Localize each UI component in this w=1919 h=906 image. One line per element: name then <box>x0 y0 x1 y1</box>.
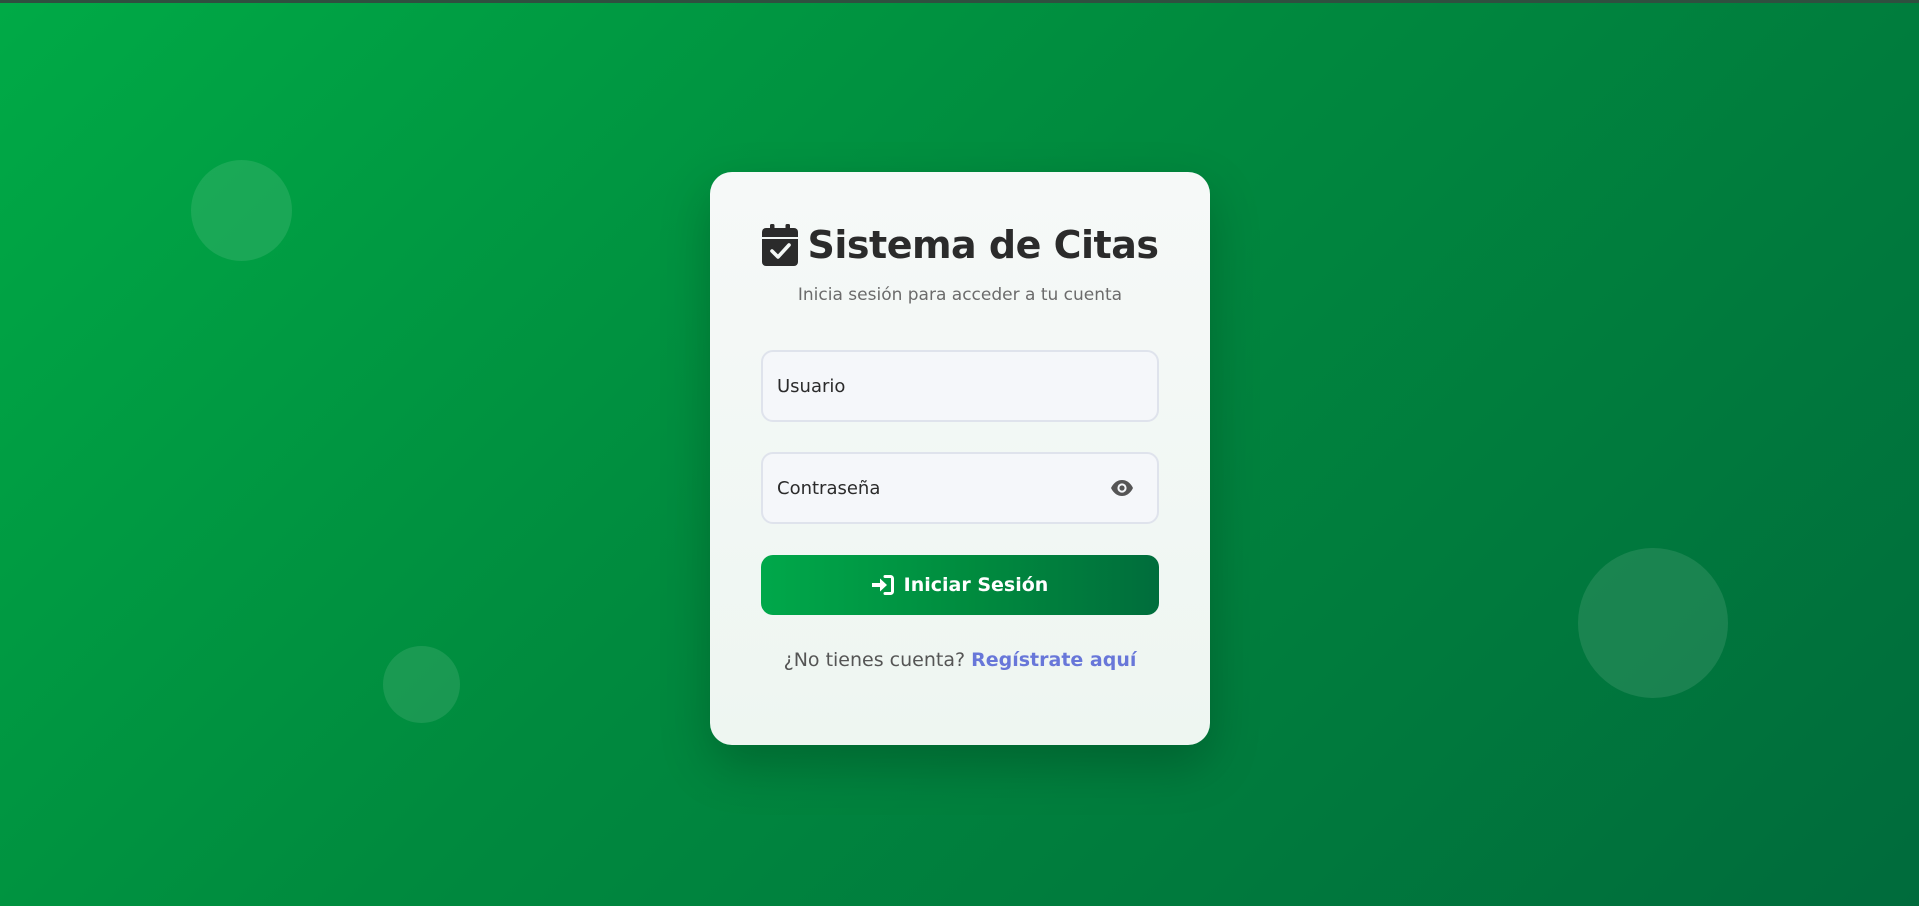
sign-in-icon <box>871 575 894 595</box>
page-subtitle: Inicia sesión para acceder a tu cuenta <box>797 285 1123 305</box>
register-prompt: ¿No tienes cuenta? <box>783 649 966 671</box>
login-card: Sistema de Citas Inicia sesión para acce… <box>710 172 1210 745</box>
eye-icon <box>1111 480 1133 496</box>
decorative-circle <box>191 160 292 261</box>
page-title: Sistema de Citas <box>807 223 1159 267</box>
username-input[interactable] <box>763 352 1157 420</box>
login-button[interactable]: Iniciar Sesión <box>761 555 1159 615</box>
password-field <box>761 452 1159 524</box>
username-field <box>761 350 1159 422</box>
decorative-circle <box>383 646 460 723</box>
register-link[interactable]: Regístrate aquí <box>971 649 1136 671</box>
window-top-strip <box>0 0 1919 3</box>
show-password-toggle[interactable] <box>1109 478 1135 498</box>
calendar-check-icon <box>761 224 798 266</box>
decorative-circle <box>1578 548 1728 698</box>
login-button-label: Iniciar Sesión <box>903 574 1049 596</box>
register-prompt-row: ¿No tienes cuenta? Regístrate aquí <box>710 649 1210 671</box>
page-header: Sistema de Citas <box>710 224 1210 266</box>
password-input[interactable] <box>763 454 1157 522</box>
